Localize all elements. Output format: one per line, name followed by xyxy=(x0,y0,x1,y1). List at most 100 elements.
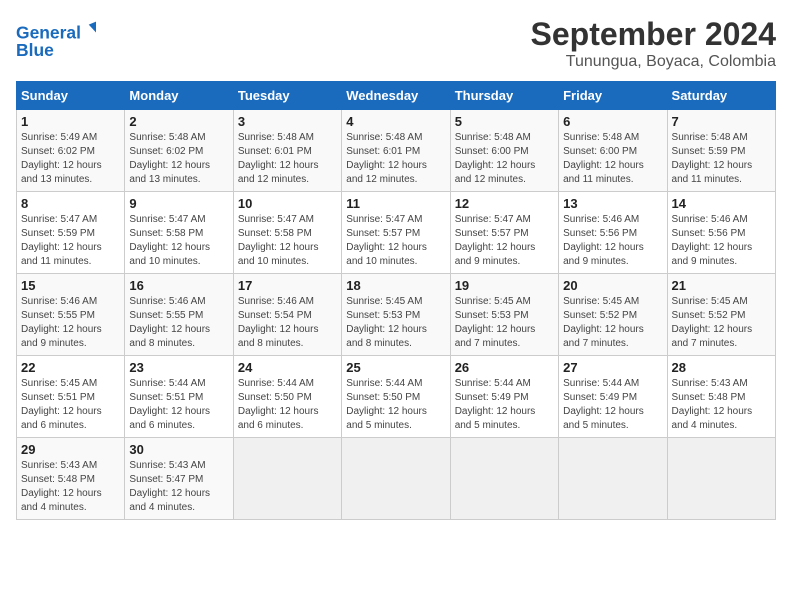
day-info: Sunrise: 5:47 AMSunset: 5:57 PMDaylight:… xyxy=(455,214,536,267)
day-cell: 12 Sunrise: 5:47 AMSunset: 5:57 PMDaylig… xyxy=(450,192,558,274)
day-number: 3 xyxy=(238,114,337,129)
day-cell: 5 Sunrise: 5:48 AMSunset: 6:00 PMDayligh… xyxy=(450,110,558,192)
day-info: Sunrise: 5:48 AMSunset: 6:02 PMDaylight:… xyxy=(129,132,210,185)
day-number: 20 xyxy=(563,278,662,293)
logo-svg: General Blue xyxy=(16,16,96,66)
day-cell: 17 Sunrise: 5:46 AMSunset: 5:54 PMDaylig… xyxy=(233,274,341,356)
day-number: 10 xyxy=(238,196,337,211)
day-info: Sunrise: 5:43 AMSunset: 5:47 PMDaylight:… xyxy=(129,460,210,513)
day-number: 24 xyxy=(238,360,337,375)
day-cell xyxy=(342,438,450,520)
day-cell: 15 Sunrise: 5:46 AMSunset: 5:55 PMDaylig… xyxy=(17,274,125,356)
day-info: Sunrise: 5:43 AMSunset: 5:48 PMDaylight:… xyxy=(21,460,102,513)
day-cell: 16 Sunrise: 5:46 AMSunset: 5:55 PMDaylig… xyxy=(125,274,233,356)
day-info: Sunrise: 5:45 AMSunset: 5:51 PMDaylight:… xyxy=(21,378,102,431)
week-row: 8 Sunrise: 5:47 AMSunset: 5:59 PMDayligh… xyxy=(17,192,776,274)
logo: General Blue xyxy=(16,16,96,66)
day-number: 5 xyxy=(455,114,554,129)
svg-text:Blue: Blue xyxy=(16,40,54,60)
day-cell xyxy=(450,438,558,520)
day-info: Sunrise: 5:44 AMSunset: 5:49 PMDaylight:… xyxy=(563,378,644,431)
day-number: 22 xyxy=(21,360,120,375)
day-cell: 3 Sunrise: 5:48 AMSunset: 6:01 PMDayligh… xyxy=(233,110,341,192)
day-number: 1 xyxy=(21,114,120,129)
day-cell: 2 Sunrise: 5:48 AMSunset: 6:02 PMDayligh… xyxy=(125,110,233,192)
day-cell: 28 Sunrise: 5:43 AMSunset: 5:48 PMDaylig… xyxy=(667,356,775,438)
day-number: 9 xyxy=(129,196,228,211)
day-cell: 29 Sunrise: 5:43 AMSunset: 5:48 PMDaylig… xyxy=(17,438,125,520)
day-info: Sunrise: 5:46 AMSunset: 5:54 PMDaylight:… xyxy=(238,296,319,349)
day-info: Sunrise: 5:46 AMSunset: 5:55 PMDaylight:… xyxy=(129,296,210,349)
day-number: 16 xyxy=(129,278,228,293)
day-info: Sunrise: 5:44 AMSunset: 5:50 PMDaylight:… xyxy=(238,378,319,431)
day-info: Sunrise: 5:48 AMSunset: 6:01 PMDaylight:… xyxy=(346,132,427,185)
day-cell: 30 Sunrise: 5:43 AMSunset: 5:47 PMDaylig… xyxy=(125,438,233,520)
day-number: 28 xyxy=(672,360,771,375)
day-number: 7 xyxy=(672,114,771,129)
day-number: 21 xyxy=(672,278,771,293)
day-cell: 24 Sunrise: 5:44 AMSunset: 5:50 PMDaylig… xyxy=(233,356,341,438)
day-number: 12 xyxy=(455,196,554,211)
day-info: Sunrise: 5:48 AMSunset: 6:00 PMDaylight:… xyxy=(563,132,644,185)
day-cell: 22 Sunrise: 5:45 AMSunset: 5:51 PMDaylig… xyxy=(17,356,125,438)
day-info: Sunrise: 5:46 AMSunset: 5:55 PMDaylight:… xyxy=(21,296,102,349)
day-number: 30 xyxy=(129,442,228,457)
day-number: 14 xyxy=(672,196,771,211)
header-day: Monday xyxy=(125,82,233,110)
day-cell: 21 Sunrise: 5:45 AMSunset: 5:52 PMDaylig… xyxy=(667,274,775,356)
day-number: 15 xyxy=(21,278,120,293)
week-row: 1 Sunrise: 5:49 AMSunset: 6:02 PMDayligh… xyxy=(17,110,776,192)
day-info: Sunrise: 5:48 AMSunset: 6:00 PMDaylight:… xyxy=(455,132,536,185)
day-number: 27 xyxy=(563,360,662,375)
header-day: Friday xyxy=(559,82,667,110)
week-row: 29 Sunrise: 5:43 AMSunset: 5:48 PMDaylig… xyxy=(17,438,776,520)
day-number: 13 xyxy=(563,196,662,211)
day-cell: 4 Sunrise: 5:48 AMSunset: 6:01 PMDayligh… xyxy=(342,110,450,192)
location: Tunungua, Boyaca, Colombia xyxy=(531,53,776,71)
day-info: Sunrise: 5:47 AMSunset: 5:58 PMDaylight:… xyxy=(129,214,210,267)
day-number: 23 xyxy=(129,360,228,375)
day-number: 6 xyxy=(563,114,662,129)
day-number: 18 xyxy=(346,278,445,293)
day-info: Sunrise: 5:47 AMSunset: 5:59 PMDaylight:… xyxy=(21,214,102,267)
day-number: 17 xyxy=(238,278,337,293)
page-header: General Blue September 2024 Tunungua, Bo… xyxy=(16,16,776,71)
day-info: Sunrise: 5:45 AMSunset: 5:53 PMDaylight:… xyxy=(455,296,536,349)
week-row: 22 Sunrise: 5:45 AMSunset: 5:51 PMDaylig… xyxy=(17,356,776,438)
day-info: Sunrise: 5:48 AMSunset: 6:01 PMDaylight:… xyxy=(238,132,319,185)
day-number: 2 xyxy=(129,114,228,129)
header-day: Tuesday xyxy=(233,82,341,110)
day-info: Sunrise: 5:46 AMSunset: 5:56 PMDaylight:… xyxy=(563,214,644,267)
day-info: Sunrise: 5:47 AMSunset: 5:57 PMDaylight:… xyxy=(346,214,427,267)
day-number: 19 xyxy=(455,278,554,293)
day-number: 11 xyxy=(346,196,445,211)
day-cell: 18 Sunrise: 5:45 AMSunset: 5:53 PMDaylig… xyxy=(342,274,450,356)
week-row: 15 Sunrise: 5:46 AMSunset: 5:55 PMDaylig… xyxy=(17,274,776,356)
day-cell: 8 Sunrise: 5:47 AMSunset: 5:59 PMDayligh… xyxy=(17,192,125,274)
day-cell: 23 Sunrise: 5:44 AMSunset: 5:51 PMDaylig… xyxy=(125,356,233,438)
day-number: 4 xyxy=(346,114,445,129)
header-day: Saturday xyxy=(667,82,775,110)
day-cell: 6 Sunrise: 5:48 AMSunset: 6:00 PMDayligh… xyxy=(559,110,667,192)
month-title: September 2024 xyxy=(531,16,776,53)
day-cell: 14 Sunrise: 5:46 AMSunset: 5:56 PMDaylig… xyxy=(667,192,775,274)
day-cell: 11 Sunrise: 5:47 AMSunset: 5:57 PMDaylig… xyxy=(342,192,450,274)
day-info: Sunrise: 5:48 AMSunset: 5:59 PMDaylight:… xyxy=(672,132,753,185)
day-cell: 10 Sunrise: 5:47 AMSunset: 5:58 PMDaylig… xyxy=(233,192,341,274)
day-cell xyxy=(559,438,667,520)
day-cell: 27 Sunrise: 5:44 AMSunset: 5:49 PMDaylig… xyxy=(559,356,667,438)
calendar-table: SundayMondayTuesdayWednesdayThursdayFrid… xyxy=(16,81,776,520)
day-number: 25 xyxy=(346,360,445,375)
day-info: Sunrise: 5:43 AMSunset: 5:48 PMDaylight:… xyxy=(672,378,753,431)
day-info: Sunrise: 5:44 AMSunset: 5:51 PMDaylight:… xyxy=(129,378,210,431)
day-cell: 20 Sunrise: 5:45 AMSunset: 5:52 PMDaylig… xyxy=(559,274,667,356)
day-info: Sunrise: 5:44 AMSunset: 5:49 PMDaylight:… xyxy=(455,378,536,431)
day-info: Sunrise: 5:44 AMSunset: 5:50 PMDaylight:… xyxy=(346,378,427,431)
day-cell: 25 Sunrise: 5:44 AMSunset: 5:50 PMDaylig… xyxy=(342,356,450,438)
day-info: Sunrise: 5:49 AMSunset: 6:02 PMDaylight:… xyxy=(21,132,102,185)
header-row: SundayMondayTuesdayWednesdayThursdayFrid… xyxy=(17,82,776,110)
day-info: Sunrise: 5:47 AMSunset: 5:58 PMDaylight:… xyxy=(238,214,319,267)
day-cell: 26 Sunrise: 5:44 AMSunset: 5:49 PMDaylig… xyxy=(450,356,558,438)
day-cell: 7 Sunrise: 5:48 AMSunset: 5:59 PMDayligh… xyxy=(667,110,775,192)
day-info: Sunrise: 5:45 AMSunset: 5:52 PMDaylight:… xyxy=(672,296,753,349)
